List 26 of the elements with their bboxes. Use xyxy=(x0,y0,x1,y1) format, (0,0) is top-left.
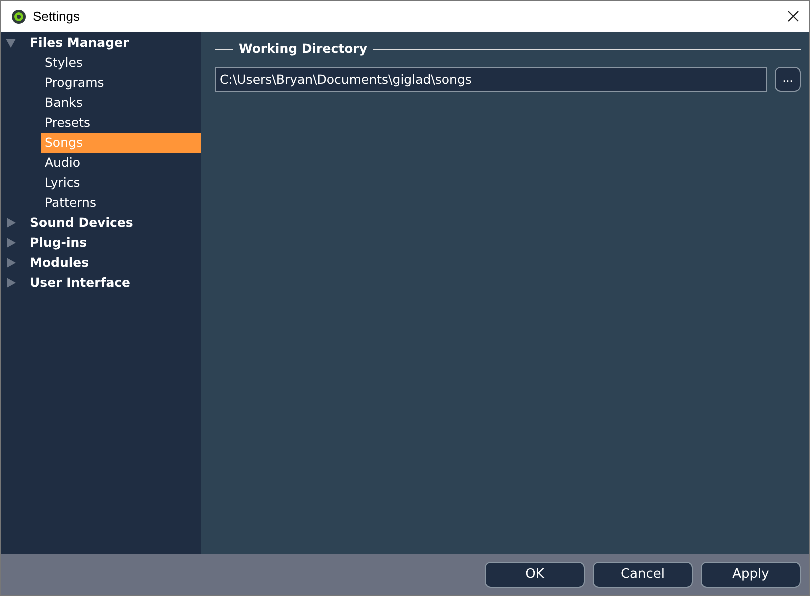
tree-item[interactable]: Files Manager xyxy=(30,32,130,54)
dialog-button[interactable]: Cancel xyxy=(593,562,693,588)
browse-button[interactable]: ... xyxy=(775,66,801,92)
dialog-button[interactable]: Apply xyxy=(701,562,801,588)
app-logo-icon xyxy=(11,8,27,24)
expanded-arrow-icon[interactable] xyxy=(6,38,16,48)
tree-item[interactable]: Presets xyxy=(41,113,201,133)
directory-field[interactable]: C:\Users\Bryan\Documents\giglad\songs xyxy=(215,66,767,92)
dialog-button[interactable]: OK xyxy=(485,562,585,588)
collapsed-arrow-icon[interactable] xyxy=(6,238,16,248)
tree-item[interactable]: Patterns xyxy=(41,193,201,213)
close-icon[interactable] xyxy=(788,11,799,22)
collapsed-arrow-icon[interactable] xyxy=(6,258,16,268)
collapsed-arrow-icon[interactable] xyxy=(6,218,16,228)
tree-item[interactable]: Lyrics xyxy=(41,173,201,193)
window-title: Settings xyxy=(33,8,80,26)
collapsed-arrow-icon[interactable] xyxy=(6,278,16,288)
tree-item[interactable]: Modules xyxy=(30,252,90,274)
group-title: Working Directory xyxy=(239,40,368,58)
tree-item[interactable]: User Interface xyxy=(30,272,131,294)
tree-item[interactable]: Banks xyxy=(41,93,201,113)
tree-item[interactable]: Programs xyxy=(41,73,201,93)
tree-item[interactable]: Plug-ins xyxy=(30,232,88,254)
tree-item[interactable]: Styles xyxy=(41,53,201,73)
tree-item[interactable]: Sound Devices xyxy=(30,212,134,234)
tree-item[interactable]: Audio xyxy=(41,153,201,173)
